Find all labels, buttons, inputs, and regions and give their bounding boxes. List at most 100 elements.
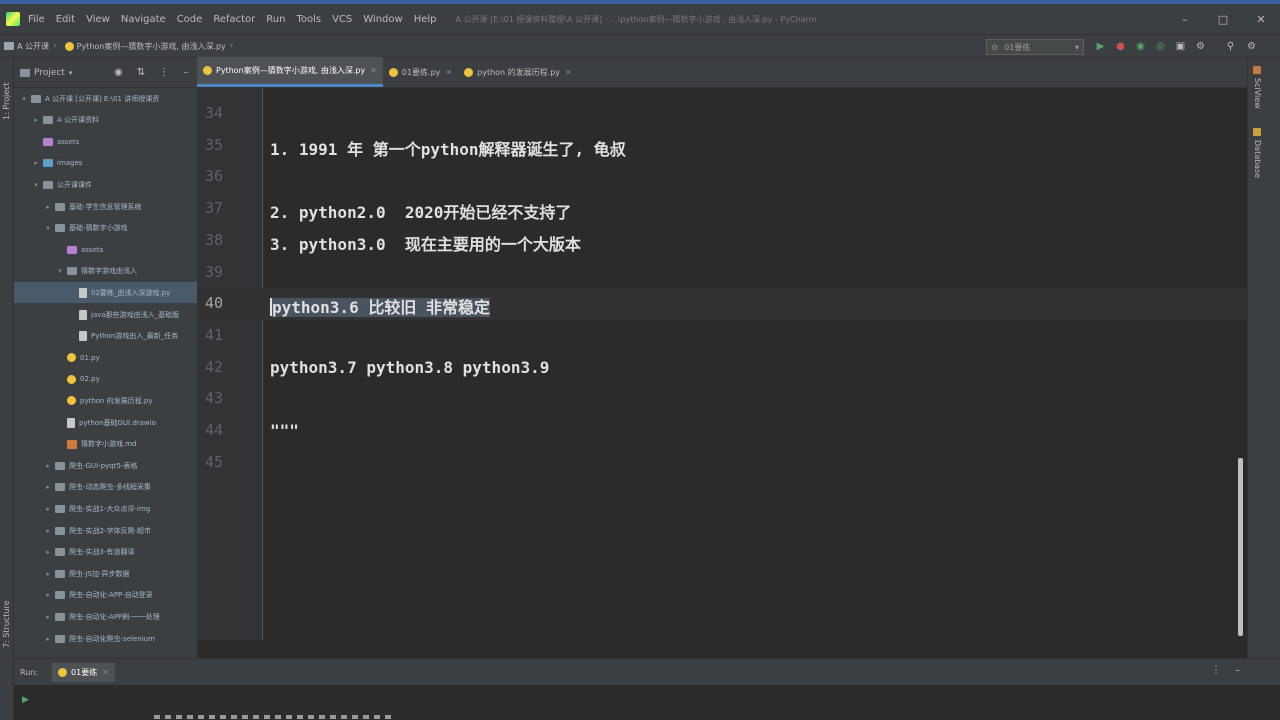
tree-item[interactable]: ▸ 爬虫-实战2-字体反爬-超市 <box>14 520 197 541</box>
update-icon[interactable]: ⚙ <box>1246 41 1257 52</box>
tree-item[interactable]: ▸ 爬虫-自动化爬虫-selenium <box>14 628 197 649</box>
tree-item-label: A 公开课 [公开课] E:\01 讲师授课资 <box>45 94 160 103</box>
tree-item[interactable]: 猜数字小游戏.md <box>14 434 197 455</box>
chevron-down-icon[interactable]: ▾ <box>44 224 52 232</box>
folder-icon <box>55 202 65 211</box>
tree-item[interactable]: Python游戏由入_最新_任务 <box>14 326 197 347</box>
build-icon[interactable]: ▣ <box>1175 41 1186 52</box>
more-icon[interactable]: ⋮ <box>1211 665 1221 676</box>
run-configuration-select[interactable]: ⚙ 01要练 ▾ <box>986 39 1084 55</box>
tab-01-practice[interactable]: 01要练.py ✕ <box>383 57 458 87</box>
line-number: 44 <box>204 421 223 439</box>
chevron-right-icon[interactable]: ▸ <box>44 505 52 513</box>
close-icon[interactable]: ✕ <box>102 668 109 677</box>
hide-icon[interactable]: – <box>183 67 188 78</box>
coverage-icon[interactable]: ◉ <box>1135 41 1146 52</box>
tree-item[interactable]: ▾ 基础-猜数字小游戏 <box>14 218 197 239</box>
tree-item[interactable]: python 的发展历程.py <box>14 390 197 411</box>
rerun-icon[interactable]: ▶ <box>22 695 29 705</box>
minimize-icon[interactable]: – <box>1166 13 1204 26</box>
close-icon[interactable]: ✕ <box>565 68 572 77</box>
chevron-right-icon[interactable]: ▸ <box>44 527 52 535</box>
tab-python-history[interactable]: python 的发展历程.py ✕ <box>458 57 578 87</box>
hide-icon[interactable]: – <box>1235 665 1240 676</box>
breadcrumb-root[interactable]: A 公开课 <box>4 41 49 52</box>
code-editor[interactable]: 34 35 1. 1991 年 第一个python解释器诞生了, 龟叔 36 37 2. … <box>197 88 1247 640</box>
line-number: 36 <box>204 167 223 186</box>
tree-item[interactable]: ▸ 爬虫-JS加-异步数据 <box>14 563 197 584</box>
menu-file[interactable]: File <box>28 14 45 25</box>
profile-icon[interactable]: ◎ <box>1155 41 1166 52</box>
structure-tool-button[interactable]: 7: Structure <box>2 600 11 648</box>
search-icon[interactable]: ⚲ <box>1225 41 1236 52</box>
project-tool-button[interactable]: 1: Project <box>2 82 11 120</box>
tree-item[interactable]: ▸ 爬虫-动态爬虫-多线程采集 <box>14 477 197 498</box>
chevron-right-icon[interactable]: ▸ <box>32 159 40 167</box>
close-icon[interactable]: ✕ <box>1242 13 1280 26</box>
run-icon[interactable]: ▶ <box>1095 41 1106 52</box>
tree-item-label: python基础GUI.drawio <box>79 418 156 427</box>
tree-item[interactable]: ▸ 基础-学生信息管理系统 <box>14 196 197 217</box>
tree-item[interactable]: ▾ A 公开课 [公开课] E:\01 讲师授课资 <box>14 88 197 109</box>
menu-navigate[interactable]: Navigate <box>121 14 166 25</box>
code-line: 36 <box>197 161 1247 193</box>
tree-item[interactable]: assets <box>14 131 197 152</box>
debug-icon[interactable]: ● <box>1115 41 1126 52</box>
close-icon[interactable]: ✕ <box>370 66 377 75</box>
chevron-down-icon[interactable]: ▾ <box>69 69 73 77</box>
chevron-down-icon[interactable]: ▾ <box>56 267 64 275</box>
tree-item[interactable]: ▸ images <box>14 153 197 174</box>
tree-item[interactable]: 02要练_由浅入深游戏.py <box>14 282 197 304</box>
chevron-right-icon[interactable]: ▸ <box>44 548 52 556</box>
tree-item[interactable]: ▾ 猜数字游戏由浅入 <box>14 261 197 282</box>
run-panel: Run: 01要练 ✕ ⋮ – ▶ <box>14 658 1280 720</box>
menu-run[interactable]: Run <box>266 14 285 25</box>
menu-edit[interactable]: Edit <box>56 14 75 25</box>
tree-item[interactable]: ▸ 爬虫-自动化-APP-自动登录 <box>14 585 197 606</box>
sciview-tool-button[interactable]: SciView <box>1253 78 1262 109</box>
chevron-down-icon[interactable]: ▾ <box>32 181 40 189</box>
tree-item[interactable]: java那些游戏由浅入_基础版 <box>14 304 197 325</box>
tree-item[interactable]: ▸ 爬虫-自动化-APP刷-一一处理 <box>14 606 197 627</box>
collapse-icon[interactable]: ⇅ <box>137 67 145 78</box>
menu-vcs[interactable]: VCS <box>332 14 352 25</box>
tab-guess-number[interactable]: Python案例—猜数字小游戏, 由浅入深.py ✕ <box>197 57 383 87</box>
chevron-down-icon[interactable]: ▾ <box>20 95 28 103</box>
chevron-right-icon[interactable]: ▸ <box>44 613 52 621</box>
chevron-right-icon[interactable]: ▸ <box>44 203 52 211</box>
tree-item[interactable]: 01.py <box>14 347 197 368</box>
tree-item[interactable]: ▸ 爬虫-实战1-大众点评-img <box>14 498 197 519</box>
chevron-right-icon[interactable]: ▸ <box>32 116 40 124</box>
run-tab[interactable]: 01要练 ✕ <box>52 662 115 682</box>
settings-icon[interactable]: ⚙ <box>1195 41 1206 52</box>
project-tools: ◉ ⇅ ⋮ – <box>114 67 188 78</box>
more-icon[interactable]: ⋮ <box>159 67 169 78</box>
breadcrumb-file[interactable]: Python案例—猜数字小游戏, 由浅入深.py <box>64 41 226 52</box>
chevron-right-icon[interactable]: ▸ <box>44 483 52 491</box>
tree-item[interactable]: assets <box>14 239 197 260</box>
close-icon[interactable]: ✕ <box>445 68 452 77</box>
locate-icon[interactable]: ◉ <box>114 67 123 78</box>
tree-item[interactable]: python基础GUI.drawio <box>14 412 197 433</box>
tree-item[interactable]: ▸ A 公开课资料 <box>14 110 197 131</box>
menu-refactor[interactable]: Refactor <box>213 14 255 25</box>
folder-icon <box>55 224 65 233</box>
tree-item[interactable]: ▸ 爬虫-GUI-pyqt5-表格 <box>14 455 197 476</box>
menu-view[interactable]: View <box>86 14 110 25</box>
menu-window[interactable]: Window <box>363 14 402 25</box>
project-title[interactable]: Project <box>34 68 65 78</box>
maximize-icon[interactable]: □ <box>1204 13 1242 26</box>
chevron-right-icon[interactable]: ▸ <box>44 462 52 470</box>
menu-tools[interactable]: Tools <box>296 14 321 25</box>
menu-code[interactable]: Code <box>177 14 203 25</box>
database-tool-button[interactable]: Database <box>1253 140 1262 178</box>
menu-help[interactable]: Help <box>414 14 437 25</box>
tree-item[interactable]: 02.py <box>14 369 197 390</box>
tree-item[interactable]: ▾ 公开课课件 <box>14 174 197 195</box>
chevron-right-icon[interactable]: ▸ <box>44 570 52 578</box>
editor-scrollbar[interactable] <box>1238 458 1243 636</box>
line-number: 42 <box>204 357 223 376</box>
chevron-right-icon[interactable]: ▸ <box>44 591 52 599</box>
tree-item[interactable]: ▸ 爬虫-实战3-有道翻译 <box>14 542 197 563</box>
chevron-right-icon[interactable]: ▸ <box>44 635 52 643</box>
